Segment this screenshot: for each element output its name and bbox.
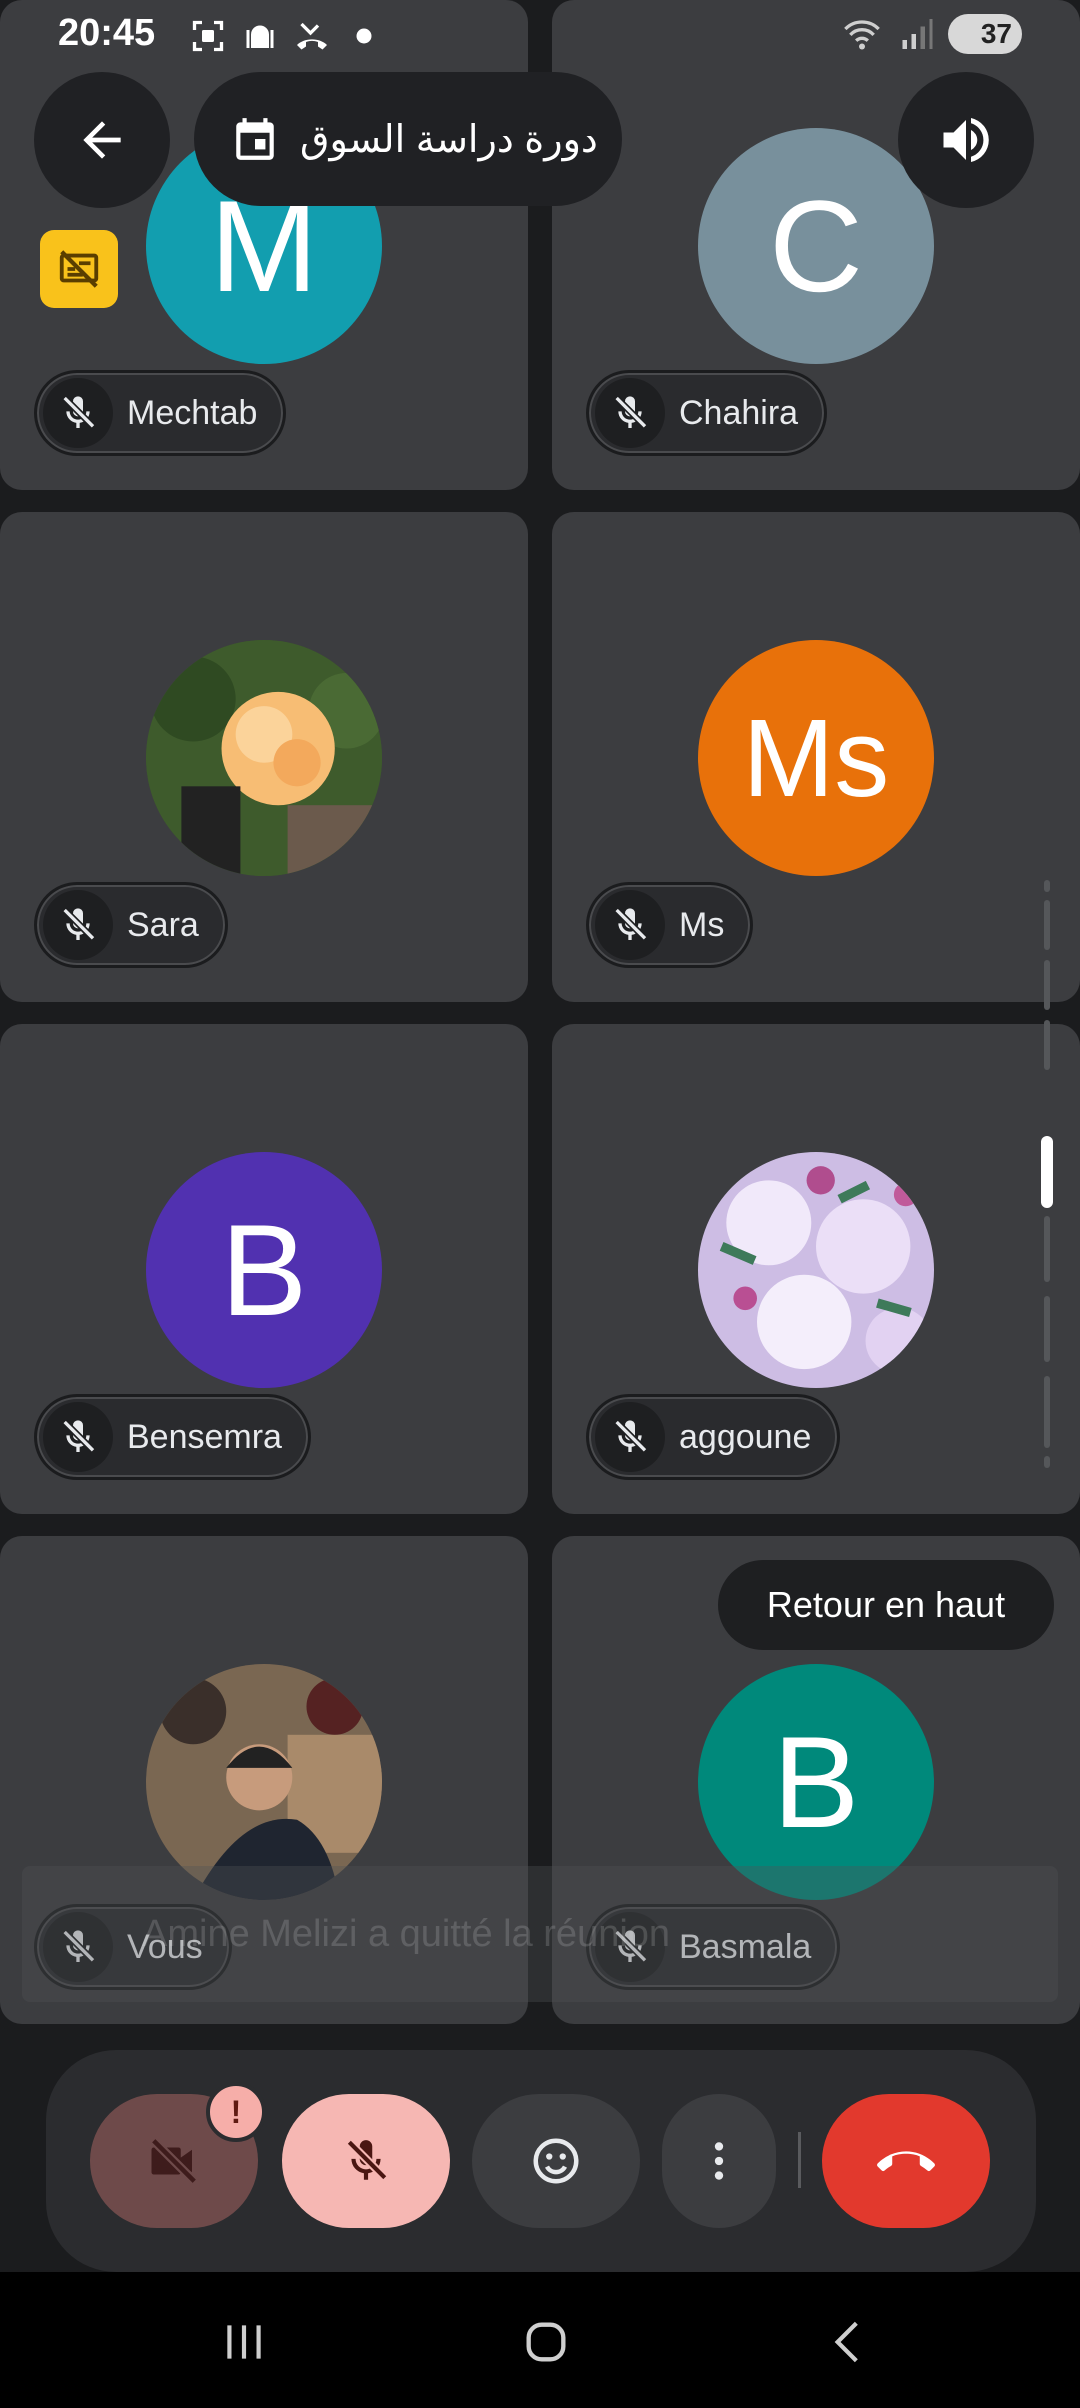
participant-name-chip: Bensemra <box>34 1394 311 1480</box>
volume-up-icon <box>943 118 989 162</box>
participant-tile-sara[interactable]: Sara <box>0 512 528 1002</box>
home-icon <box>526 2322 566 2362</box>
camera-warning-badge: ! <box>206 2082 266 2142</box>
missed-call-icon <box>297 22 327 50</box>
controls-divider <box>798 2132 801 2188</box>
participant-name-chip: aggoune <box>586 1394 841 1480</box>
avatar: C <box>698 128 934 364</box>
videocam-off-icon <box>150 2137 198 2185</box>
mic-off-icon <box>62 1419 96 1453</box>
reactions-button[interactable] <box>472 2094 640 2228</box>
home-button[interactable] <box>516 2312 576 2372</box>
recent-apps-icon <box>227 2325 261 2359</box>
back-button[interactable] <box>34 72 170 208</box>
avatar: B <box>146 1152 382 1388</box>
call-end-icon <box>877 2151 935 2172</box>
participant-tile-ms[interactable]: Ms Ms <box>552 512 1080 1002</box>
more-options-button[interactable] <box>662 2094 776 2228</box>
participant-name: Bensemra <box>127 1417 282 1456</box>
participant-name-chip: Mechtab <box>34 370 287 456</box>
dot-icon <box>356 28 372 44</box>
participant-name-chip: Sara <box>34 882 228 968</box>
status-notification-icons <box>190 14 382 58</box>
wifi-icon <box>844 20 880 50</box>
participant-tile-chahira[interactable]: C Chahira <box>552 0 1080 490</box>
participant-grid-scrollbar[interactable] <box>1040 880 1054 1468</box>
meeting-title: دورة دراسة السوق <box>300 118 598 161</box>
avatar-photo-peonies <box>698 1152 934 1388</box>
mic-off-icon <box>346 2139 388 2181</box>
participant-name: Sara <box>127 905 199 944</box>
participant-name: Chahira <box>679 393 799 432</box>
participant-tile-bensemra[interactable]: B Bensemra <box>0 1024 528 1514</box>
mic-off-icon <box>62 395 96 429</box>
meeting-info-pill[interactable]: دورة دراسة السوق <box>194 72 622 206</box>
scrollbar-thumb[interactable] <box>1041 1136 1053 1208</box>
avatar-photo-self <box>146 1664 382 1900</box>
mic-off-icon <box>614 1419 648 1453</box>
battery-level: 37 <box>980 18 1012 49</box>
camera-toggle-button[interactable]: ! <box>90 2082 266 2228</box>
signal-icon <box>902 19 933 49</box>
battery-indicator: 37 <box>948 14 1022 54</box>
participant-left-toast: Amine Melizi a quitté la réunion <box>22 1866 1058 2002</box>
participant-name: Ms <box>679 905 725 944</box>
participant-name-chip: Ms <box>586 882 754 968</box>
participant-name-chip: Chahira <box>586 370 828 456</box>
call-controls-bar: ! <box>46 2050 1036 2272</box>
mosque-icon <box>246 25 274 48</box>
mic-off-icon <box>614 395 648 429</box>
participant-tile-aggoune[interactable]: aggoune <box>552 1024 1080 1514</box>
end-call-button[interactable] <box>822 2094 990 2228</box>
avatar: Ms <box>698 640 934 876</box>
screenshot-icon <box>192 20 224 52</box>
screen-share-off-badge <box>40 230 118 308</box>
mic-off-icon <box>62 907 96 941</box>
emoji-icon <box>533 2138 579 2184</box>
participant-name: aggoune <box>679 1417 812 1456</box>
arrow-back-icon <box>83 121 121 159</box>
back-to-top-button[interactable]: Retour en haut <box>718 1560 1054 1650</box>
system-navigation-bar <box>0 2272 1080 2408</box>
recent-apps-button[interactable] <box>214 2312 274 2372</box>
no-presentation-icon <box>59 250 99 288</box>
chevron-left-icon <box>834 2321 858 2363</box>
more-vert-icon <box>714 2142 724 2180</box>
status-system-icons: 37 <box>840 14 1022 54</box>
participant-name: Mechtab <box>127 393 258 432</box>
audio-output-button[interactable] <box>898 72 1034 208</box>
status-time: 20:45 <box>58 12 156 54</box>
microphone-toggle-button[interactable] <box>282 2094 450 2228</box>
mic-off-icon <box>614 907 648 941</box>
avatar: B <box>698 1664 934 1900</box>
avatar-photo-rose <box>146 640 382 876</box>
system-back-button[interactable] <box>818 2312 878 2372</box>
calendar-icon <box>236 118 274 160</box>
